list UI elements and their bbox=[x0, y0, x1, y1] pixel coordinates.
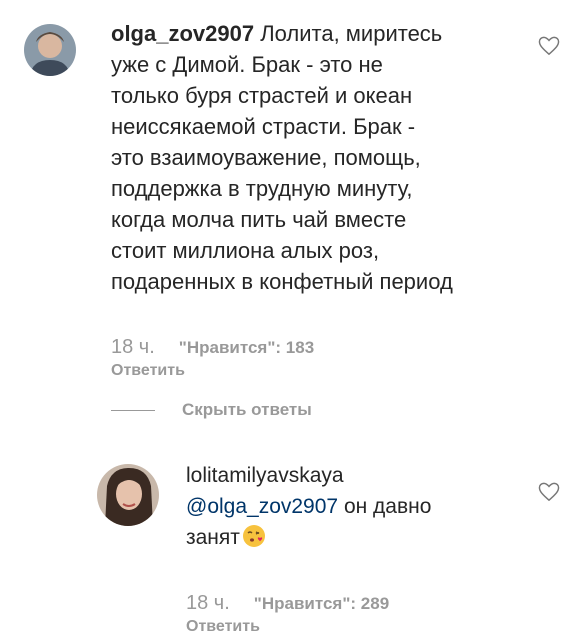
comment-text-line: подаренных в конфетный период bbox=[111, 269, 453, 294]
comment-text-line: когда молча пить чай вместе bbox=[111, 207, 407, 232]
comment-text-line: занят bbox=[186, 526, 240, 549]
comment-meta: 18 ч. "Нравится": 183 bbox=[111, 336, 314, 359]
comment-meta: 18 ч. "Нравится": 289 bbox=[186, 592, 389, 615]
comment-text-line: стоит миллиона алых роз, bbox=[111, 238, 380, 263]
comment-username[interactable]: lolitamilyavskaya bbox=[186, 464, 344, 487]
comment-text-line: неиссякаемой страсти. Брак - bbox=[111, 114, 416, 139]
hide-replies-button[interactable]: Скрыть ответы bbox=[182, 400, 312, 420]
comment-username[interactable]: olga_zov2907 bbox=[111, 21, 254, 46]
comment-text-line: он давно bbox=[338, 495, 432, 518]
comment-time: 18 ч. bbox=[186, 592, 230, 614]
comment-text-line: это взаимоуважение, помощь, bbox=[111, 145, 421, 170]
likes-count[interactable]: "Нравится": 289 bbox=[254, 594, 389, 613]
avatar-image bbox=[97, 464, 159, 526]
hide-replies-divider bbox=[111, 410, 155, 411]
comment-text-line: поддержка в трудную минуту, bbox=[111, 176, 413, 201]
comment-text-line: только буря страстей и океан bbox=[111, 83, 413, 108]
heart-outline-icon[interactable] bbox=[538, 36, 560, 56]
comment-text-line: Лолита, миритесь bbox=[260, 21, 443, 46]
likes-count[interactable]: "Нравится": 183 bbox=[179, 338, 314, 357]
comment-text-line: уже с Димой. Брак - это не bbox=[111, 52, 383, 77]
mention-link[interactable]: @olga_zov2907 bbox=[186, 495, 338, 518]
avatar-image bbox=[24, 24, 76, 76]
comment-body: lolitamilyavskaya @olga_zov2907 он давно… bbox=[186, 460, 546, 553]
avatar[interactable] bbox=[97, 464, 159, 526]
heart-outline-icon[interactable] bbox=[538, 482, 560, 502]
comment-body: olga_zov2907 Лолита, миритесь уже с Димо… bbox=[111, 18, 531, 297]
reply-button[interactable]: Ответить bbox=[186, 618, 260, 636]
avatar[interactable] bbox=[24, 24, 76, 76]
reply-button[interactable]: Ответить bbox=[111, 362, 185, 380]
comment-time: 18 ч. bbox=[111, 336, 155, 358]
kissing-heart-emoji-icon bbox=[242, 524, 266, 548]
